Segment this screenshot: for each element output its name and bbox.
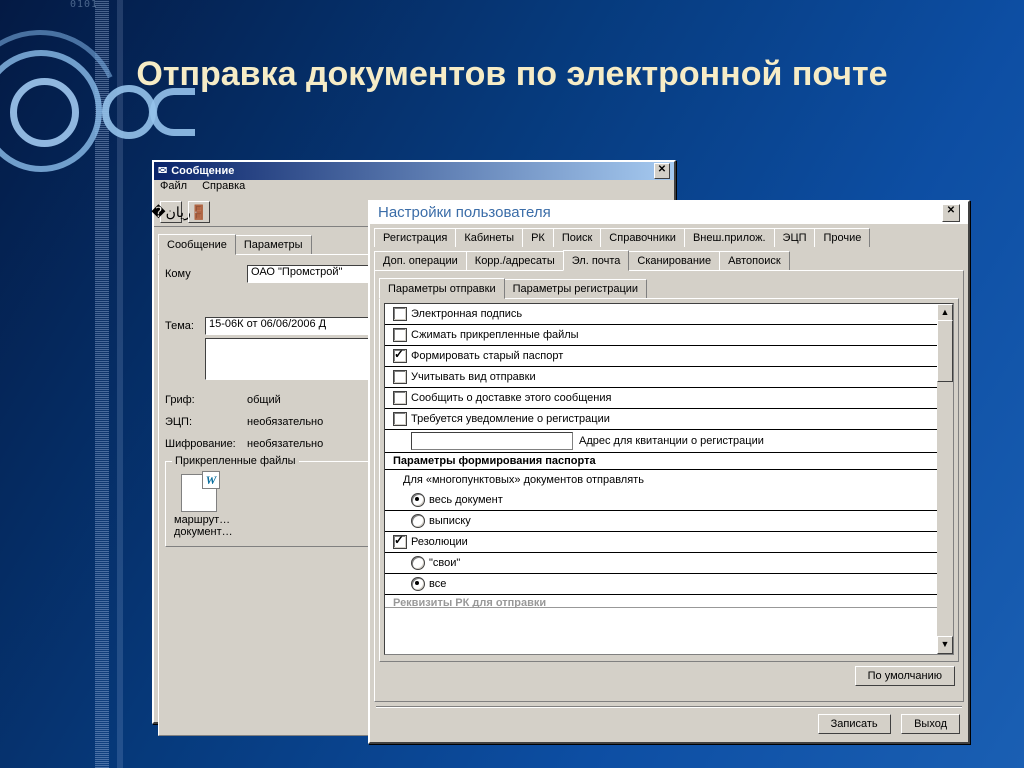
settings-tab2-4[interactable]: Автопоиск: [719, 251, 790, 270]
checkbox-icon[interactable]: [393, 307, 407, 321]
menubar[interactable]: Файл Справка: [154, 180, 674, 198]
send-radio-1[interactable]: выписку: [385, 511, 937, 532]
resolutions-radio-1[interactable]: все: [385, 574, 937, 595]
default-button[interactable]: По умолчанию: [855, 666, 955, 686]
scroll-down-icon[interactable]: ▼: [937, 636, 953, 654]
cutoff-section: Реквизиты РК для отправки: [385, 595, 937, 608]
ecp-value: необязательно: [247, 416, 323, 428]
option-check-3[interactable]: Учитывать вид отправки: [385, 367, 937, 388]
checkbox-icon[interactable]: [393, 535, 407, 549]
settings-tab-0[interactable]: Регистрация: [374, 228, 456, 247]
checkbox-icon[interactable]: [393, 349, 407, 363]
radio-icon[interactable]: [411, 556, 425, 570]
menu-file[interactable]: Файл: [160, 180, 187, 192]
send-radio-0[interactable]: весь документ: [385, 490, 937, 511]
message-titlebar[interactable]: ✉ Сообщение ✕: [154, 162, 674, 180]
toolbar-exit-icon[interactable]: 🚪: [188, 201, 210, 223]
word-doc-icon: [181, 474, 217, 512]
exit-button[interactable]: Выход: [901, 714, 960, 734]
checkbox-icon[interactable]: [393, 370, 407, 384]
to-label: Кому: [165, 268, 247, 280]
tab-params[interactable]: Параметры: [235, 235, 312, 254]
attachment-item[interactable]: маршрут… документ…: [174, 474, 224, 538]
scrollbar[interactable]: ▲ ▼: [937, 304, 953, 654]
settings-subtabs: Параметры отправкиПараметры регистрации: [375, 271, 963, 298]
checkbox-icon[interactable]: [393, 328, 407, 342]
settings-tab-1[interactable]: Кабинеты: [455, 228, 523, 247]
grif-value: общий: [247, 394, 281, 406]
settings-tab-5[interactable]: Внеш.прилож.: [684, 228, 775, 247]
option-address-row: Адрес для квитанции о регистрации: [385, 430, 937, 453]
message-title: Сообщение: [171, 162, 234, 180]
resolutions-radio-0[interactable]: "свои": [385, 553, 937, 574]
settings-tab-6[interactable]: ЭЦП: [774, 228, 816, 247]
grif-label: Гриф:: [165, 394, 247, 406]
settings-tab2-2[interactable]: Эл. почта: [563, 250, 630, 271]
enc-label: Шифрование:: [165, 438, 247, 450]
settings-tab2-0[interactable]: Доп. операции: [374, 251, 467, 270]
settings-tab-7[interactable]: Прочие: [814, 228, 870, 247]
radio-icon[interactable]: [411, 577, 425, 591]
settings-tab-4[interactable]: Справочники: [600, 228, 685, 247]
resolutions-check[interactable]: Резолюции: [385, 532, 937, 553]
settings-tab2-3[interactable]: Сканирование: [628, 251, 720, 270]
subject-label: Тема:: [165, 320, 205, 332]
toolbar-send-icon[interactable]: �ریان: [160, 201, 182, 223]
enc-value: необязательно: [247, 438, 323, 450]
settings-subtab-0[interactable]: Параметры отправки: [379, 278, 505, 299]
scroll-thumb[interactable]: [937, 320, 953, 382]
close-icon[interactable]: ✕: [654, 163, 670, 179]
radio-icon[interactable]: [411, 493, 425, 507]
settings-tab-2[interactable]: РК: [522, 228, 554, 247]
attachments-legend: Прикрепленные файлы: [172, 455, 299, 467]
checkbox-icon[interactable]: [393, 391, 407, 405]
settings-tab2-1[interactable]: Корр./адресаты: [466, 251, 564, 270]
receipt-address-field[interactable]: [411, 432, 573, 450]
settings-window: Настройки пользователя ✕ РегистрацияКаби…: [368, 200, 970, 744]
settings-tabs-row1: РегистрацияКабинетыРКПоискСправочникиВне…: [370, 224, 968, 247]
ecp-label: ЭЦП:: [165, 416, 247, 428]
option-check-2[interactable]: Формировать старый паспорт: [385, 346, 937, 367]
option-check-5[interactable]: Требуется уведомление о регистрации: [385, 409, 937, 430]
slide-title: Отправка документов по электронной почте: [0, 55, 1024, 94]
option-check-0[interactable]: Электронная подпись: [385, 304, 937, 325]
settings-tab-3[interactable]: Поиск: [553, 228, 601, 247]
tab-message[interactable]: Сообщение: [158, 234, 236, 255]
save-button[interactable]: Записать: [818, 714, 891, 734]
option-check-4[interactable]: Сообщить о доставке этого сообщения: [385, 388, 937, 409]
settings-title: Настройки пользователя: [378, 202, 551, 224]
menu-help[interactable]: Справка: [202, 180, 245, 192]
radio-icon[interactable]: [411, 514, 425, 528]
passport-section-sub: Для «многопунктовых» документов отправля…: [385, 470, 937, 490]
settings-subtab-1[interactable]: Параметры регистрации: [504, 279, 647, 298]
option-check-1[interactable]: Сжимать прикрепленные файлы: [385, 325, 937, 346]
settings-tabs-row2: Доп. операцииКорр./адресатыЭл. почтаСкан…: [370, 247, 968, 270]
settings-titlebar[interactable]: Настройки пользователя ✕: [370, 202, 968, 224]
close-icon[interactable]: ✕: [942, 204, 960, 222]
mail-icon: ✉: [158, 162, 167, 180]
checkbox-icon[interactable]: [393, 412, 407, 426]
passport-section-header: Параметры формирования паспорта: [385, 453, 937, 470]
